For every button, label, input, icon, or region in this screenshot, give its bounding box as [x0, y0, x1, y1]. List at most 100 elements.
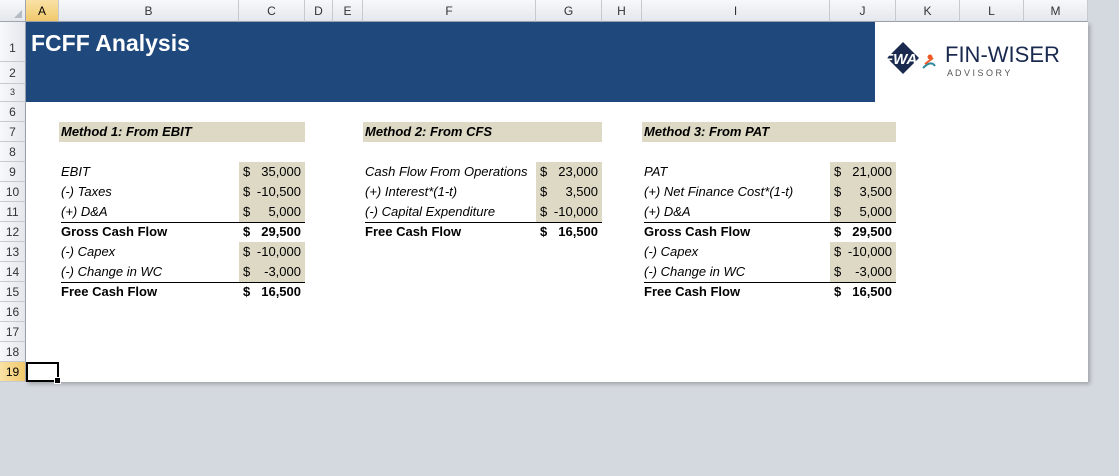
row-value: $ -3,000 [239, 262, 305, 282]
row-label: (+) D&A [644, 204, 691, 219]
column-header-a[interactable]: A [26, 0, 59, 22]
method1-header: Method 1: From EBIT [59, 122, 305, 142]
row-label: (-) Change in WC [644, 264, 746, 279]
row-label: Free Cash Flow [61, 284, 158, 299]
row-label: (+) Interest*(1-t) [365, 184, 458, 199]
column-header-h[interactable]: H [602, 0, 642, 22]
row-header-8[interactable]: 8 [0, 142, 26, 162]
row-label: (+) D&A [61, 204, 108, 219]
currency-symbol: $ [243, 224, 251, 239]
row-value: $16,500 [239, 282, 305, 302]
amount: -3,000 [264, 264, 301, 279]
row-label: (+) Net Finance Cost*(1-t) [644, 184, 794, 199]
column-header-j[interactable]: J [830, 0, 896, 22]
method3-header: Method 3: From PAT [642, 122, 896, 142]
row-label: Free Cash Flow [644, 284, 741, 299]
column-header-l[interactable]: L [960, 0, 1024, 22]
amount: 23,000 [558, 164, 598, 179]
row-header-7[interactable]: 7 [0, 122, 26, 142]
column-header-i[interactable]: I [642, 0, 830, 22]
amount: 29,500 [261, 224, 301, 239]
column-header-d[interactable]: D [305, 0, 333, 22]
row-header-13[interactable]: 13 [0, 242, 26, 262]
row-value: $ -10,500 [239, 182, 305, 202]
amount: 5,000 [268, 204, 301, 219]
row-value: $3,500 [536, 182, 602, 202]
row-value: $35,000 [239, 162, 305, 182]
currency-symbol: $ [834, 184, 842, 199]
row-label: Gross Cash Flow [61, 224, 168, 239]
currency-symbol: $ [243, 164, 251, 179]
currency-symbol: $ [243, 264, 251, 279]
row-header-1[interactable]: 1 [0, 22, 26, 62]
method2-header: Method 2: From CFS [363, 122, 602, 142]
currency-symbol: $ [834, 284, 842, 299]
amount: 3,500 [859, 184, 892, 199]
row-label: EBIT [61, 164, 90, 179]
row-value: $ -10,000 [830, 242, 896, 262]
column-header-k[interactable]: K [896, 0, 960, 22]
row-header-9[interactable]: 9 [0, 162, 26, 182]
amount: -10,000 [553, 204, 598, 219]
row-header-16[interactable]: 16 [0, 302, 26, 322]
row-header-6[interactable]: 6 [0, 102, 26, 122]
column-header-m[interactable]: M [1024, 0, 1088, 22]
currency-symbol: $ [243, 204, 251, 219]
row-header-14[interactable]: 14 [0, 262, 26, 282]
row-value: $5,000 [830, 202, 896, 222]
row-header-17[interactable]: 17 [0, 322, 26, 342]
row-value: $29,500 [830, 222, 896, 242]
page-title: FCFF Analysis [31, 30, 190, 56]
row-header-3[interactable]: 3 [0, 84, 26, 102]
amount: -3,000 [855, 264, 892, 279]
currency-symbol: $ [243, 184, 251, 199]
row-label: Free Cash Flow [365, 224, 462, 239]
column-header-c[interactable]: C [239, 0, 305, 22]
row-value: $23,000 [536, 162, 602, 182]
row-label: PAT [644, 164, 668, 179]
row-header-19[interactable]: 19 [0, 362, 26, 382]
row-label: (-) Change in WC [61, 264, 163, 279]
amount: -10,500 [256, 184, 301, 199]
row-value: $ -3,000 [830, 262, 896, 282]
row-header-15[interactable]: 15 [0, 282, 26, 302]
row-header-10[interactable]: 10 [0, 182, 26, 202]
row-label: Gross Cash Flow [644, 224, 751, 239]
row-header-18[interactable]: 18 [0, 342, 26, 362]
fin-wiser-logo-icon: FWA FIN-WISER A D V I S O R Y [884, 42, 1060, 78]
row-value: $ -10,000 [536, 202, 602, 222]
currency-symbol: $ [243, 284, 251, 299]
row-label: (-) Capex [61, 244, 116, 259]
row-value: $16,500 [536, 222, 602, 242]
row-header-2[interactable]: 2 [0, 62, 26, 84]
currency-symbol: $ [834, 204, 842, 219]
company-logo: FWA FIN-WISER A D V I S O R Y [875, 22, 1087, 102]
active-cell-a19[interactable] [26, 362, 61, 384]
logo-tagline: A D V I S O R Y [947, 68, 1010, 78]
currency-symbol: $ [834, 164, 842, 179]
row-value: $29,500 [239, 222, 305, 242]
amount: 29,500 [852, 224, 892, 239]
amount: 35,000 [261, 164, 301, 179]
currency-symbol: $ [834, 224, 842, 239]
amount: -10,000 [847, 244, 892, 259]
currency-symbol: $ [540, 224, 548, 239]
column-header-g[interactable]: G [536, 0, 602, 22]
column-header-e[interactable]: E [333, 0, 363, 22]
row-label: Cash Flow From Operations [365, 164, 528, 179]
row-header-11[interactable]: 11 [0, 202, 26, 222]
select-all-corner[interactable] [0, 0, 26, 22]
currency-symbol: $ [540, 204, 548, 219]
row-value: $16,500 [830, 282, 896, 302]
row-header-12[interactable]: 12 [0, 222, 26, 242]
row-value: $ -10,000 [239, 242, 305, 262]
row-value: $3,500 [830, 182, 896, 202]
amount: 3,500 [565, 184, 598, 199]
row-label: (-) Capital Expenditure [365, 204, 496, 219]
column-header-f[interactable]: F [363, 0, 536, 22]
row-value: $21,000 [830, 162, 896, 182]
logo-initials: FWA [884, 51, 917, 68]
currency-symbol: $ [540, 184, 548, 199]
row-label: (-) Taxes [61, 184, 112, 199]
column-header-b[interactable]: B [59, 0, 239, 22]
